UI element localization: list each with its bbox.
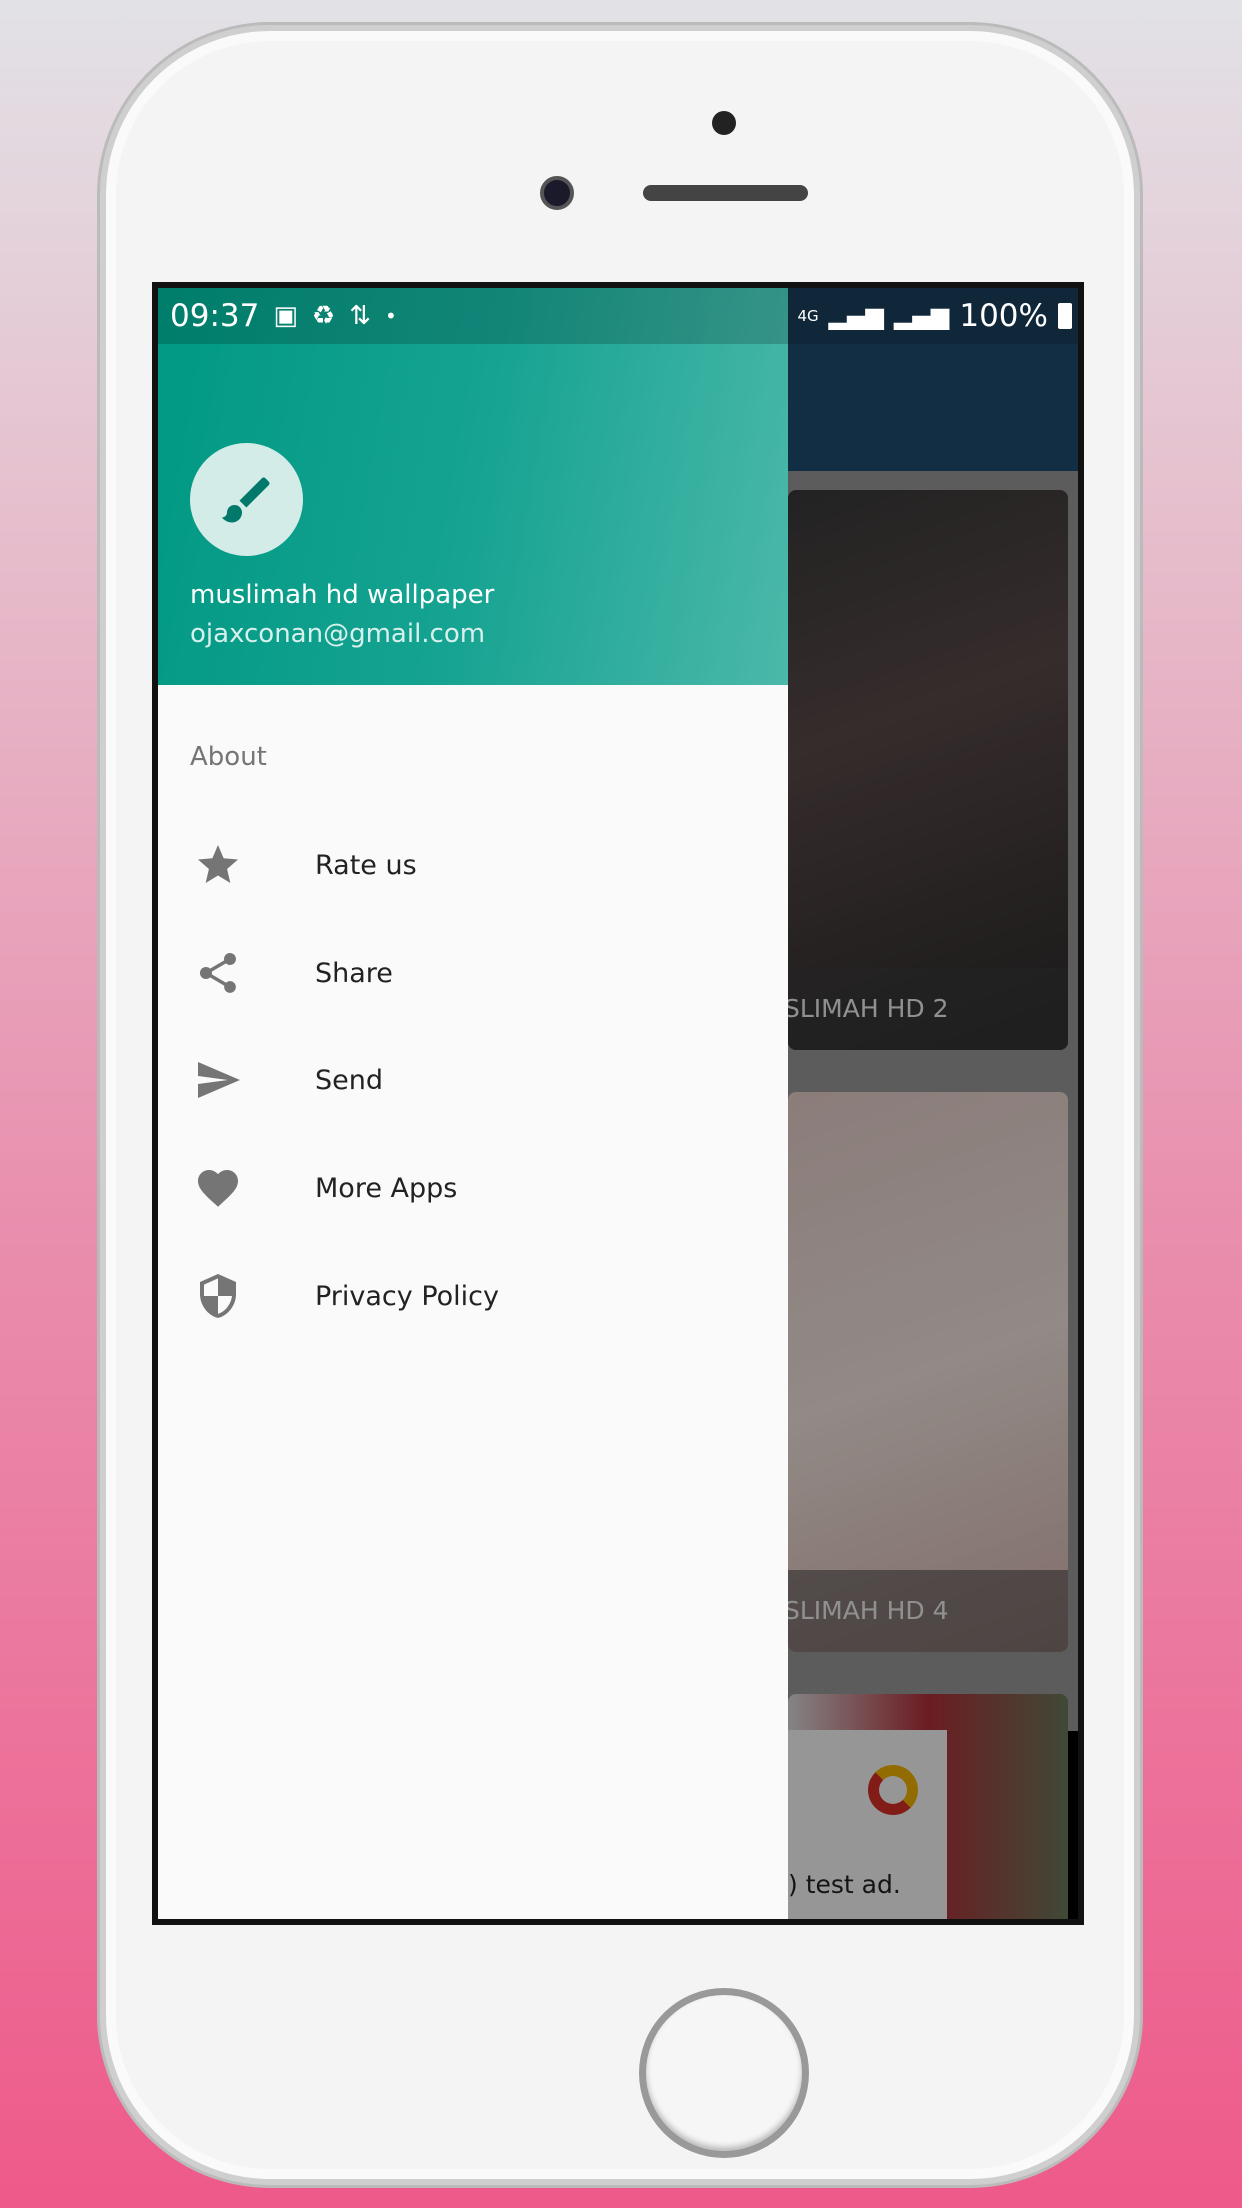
menu-item-share[interactable]: Share (158, 923, 788, 1023)
transfer-notification-icon: ⇅ (349, 301, 372, 331)
star-icon (188, 835, 248, 895)
menu-item-label: Share (315, 957, 393, 989)
shield-icon (188, 1266, 248, 1326)
drawer-header: muslimah hd wallpaper ojaxconan@gmail.co… (158, 288, 788, 685)
phone-screen: SLIMAH HD 2 SLIMAH HD 4 ) test ad. 4G ▂▄… (152, 282, 1084, 1925)
menu-item-privacy-policy[interactable]: Privacy Policy (158, 1246, 788, 1346)
user-email: ojaxconan@gmail.com (190, 619, 486, 649)
battery-charging-icon (1058, 303, 1072, 329)
menu-item-label: More Apps (315, 1172, 458, 1204)
menu-item-more-apps[interactable]: More Apps (158, 1138, 788, 1238)
signal-icon: ▂▄▆ (893, 302, 950, 330)
status-icons-right: 4G ▂▄▆ ▂▄▆ 100% (797, 288, 1072, 344)
sync-notification-icon: ♻ (311, 301, 336, 331)
heart-icon (188, 1158, 248, 1218)
earpiece-speaker (643, 185, 808, 201)
app-name: muslimah hd wallpaper (190, 580, 495, 610)
front-camera (540, 176, 574, 210)
signal-icon: ▂▄▆ (828, 302, 884, 330)
paintbrush-icon (221, 476, 270, 522)
battery-percent: 100% (959, 298, 1048, 334)
menu-item-label: Privacy Policy (315, 1280, 500, 1312)
avatar (190, 443, 303, 556)
home-button[interactable] (639, 1988, 809, 2158)
menu-item-rate-us[interactable]: Rate us (158, 815, 788, 915)
menu-item-send[interactable]: Send (158, 1030, 788, 1130)
proximity-sensor (712, 111, 736, 135)
navigation-drawer: muslimah hd wallpaper ojaxconan@gmail.co… (158, 288, 788, 1919)
share-icon (188, 943, 248, 1003)
section-title: About (190, 742, 267, 772)
network-type: 4G (797, 306, 819, 325)
menu-item-label: Rate us (315, 849, 417, 881)
clock: 09:37 (170, 298, 260, 334)
status-bar-left: 09:37 ▣ ♻ ⇅ • (158, 288, 788, 344)
gallery-notification-icon: ▣ (273, 301, 298, 331)
send-icon (188, 1050, 248, 1110)
menu-item-label: Send (315, 1064, 384, 1096)
more-notifications-dot-icon: • (385, 304, 397, 328)
